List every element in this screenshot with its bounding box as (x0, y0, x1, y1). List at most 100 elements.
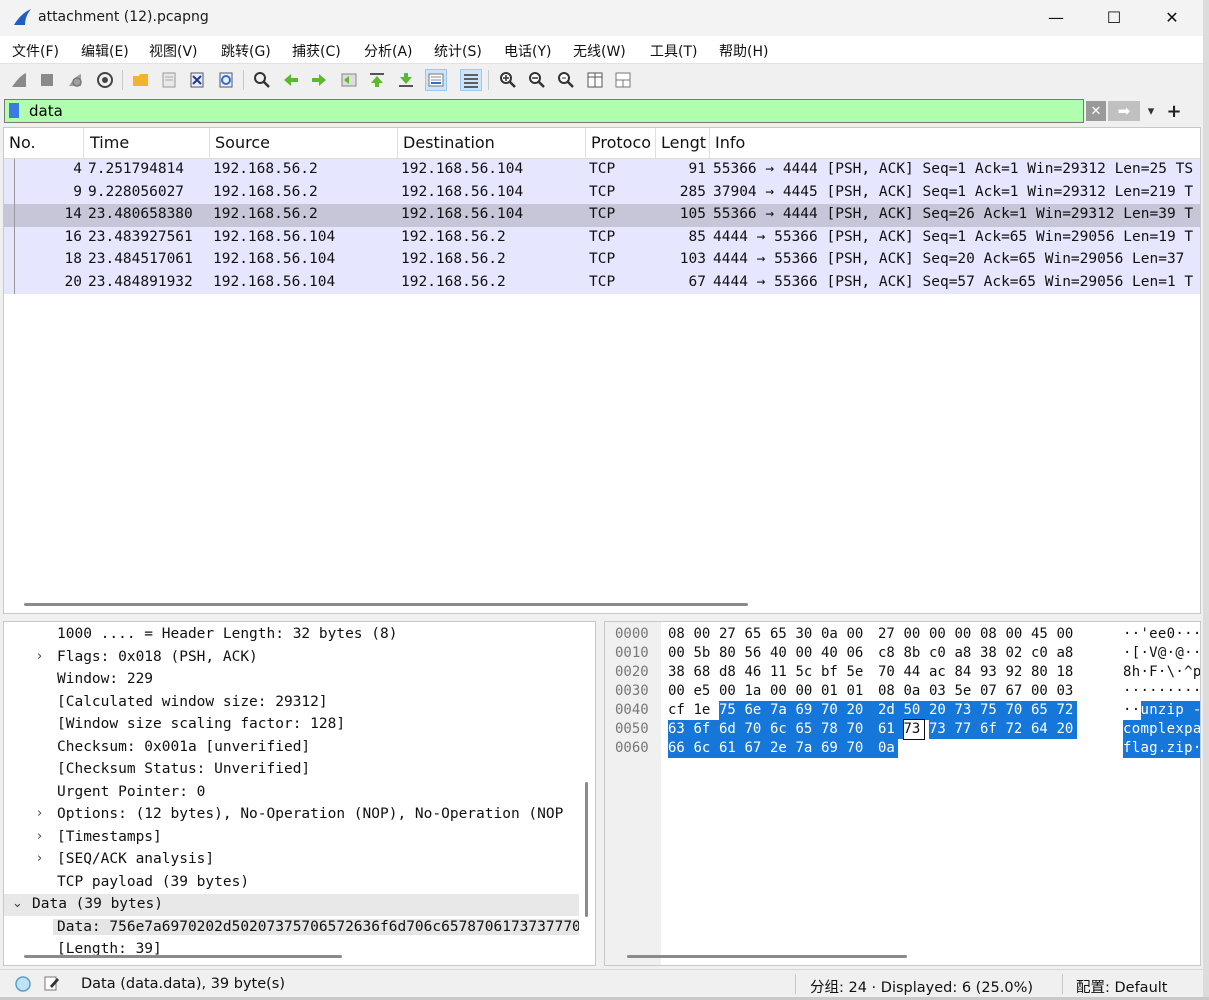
hex-byte[interactable]: 65 (745, 625, 771, 644)
menu-capture[interactable]: 捕获(C) (292, 41, 341, 61)
hex-byte[interactable]: 08 (668, 625, 694, 644)
expert-info-icon[interactable] (14, 975, 32, 993)
hex-byte[interactable]: 73 (929, 720, 955, 739)
bookmark-icon[interactable] (9, 103, 19, 118)
hex-byte[interactable]: 20 (929, 701, 955, 720)
detail-tree-item[interactable]: › [SEQ/ACK analysis] (4, 849, 579, 871)
hex-byte[interactable]: 73 (954, 701, 981, 720)
col-header-length[interactable]: Lengt (656, 128, 710, 158)
detail-tree-item[interactable]: Checksum: 0x001a [unverified] (4, 737, 579, 759)
packet-list-hscrollbar[interactable] (24, 603, 748, 606)
hex-byte[interactable]: 01 (847, 682, 867, 701)
hex-byte[interactable]: 6c (770, 720, 796, 739)
hex-byte[interactable]: c8 (878, 644, 904, 663)
hex-byte[interactable]: 78 (821, 720, 847, 739)
hex-byte[interactable]: 08 (980, 625, 1006, 644)
col-header-no[interactable]: No. (4, 128, 84, 158)
hex-byte[interactable]: 03 (929, 682, 955, 701)
hex-byte[interactable]: 30 (796, 625, 822, 644)
detail-tree-item[interactable]: Data: 756e7a6970202d50207375706572636f6d… (4, 917, 579, 939)
hex-byte[interactable]: 84 (955, 663, 981, 682)
hex-byte[interactable]: 5e (847, 663, 867, 682)
resize-columns-icon[interactable] (584, 69, 606, 91)
packet-row[interactable]: 14 23.480658380 192.168.56.2 192.168.56.104… (4, 204, 1200, 227)
hex-byte[interactable]: 40 (770, 644, 796, 663)
expand-chevron-icon[interactable]: › (37, 806, 42, 821)
hex-byte[interactable]: 80 (1031, 663, 1057, 682)
detail-tree-item[interactable]: [Window size scaling factor: 128] (4, 714, 579, 736)
hex-byte[interactable]: bf (821, 663, 847, 682)
menu-view[interactable]: 视图(V) (149, 41, 198, 61)
packet-row[interactable]: 16 23.483927561 192.168.56.104 192.168.56.2… (4, 226, 1200, 249)
hex-byte[interactable]: 6f (980, 720, 1006, 739)
hex-byte[interactable]: 5b (694, 644, 720, 663)
hex-byte[interactable]: 66 (668, 739, 694, 758)
hex-byte[interactable]: c0 (929, 644, 955, 663)
detail-tree-item[interactable]: Window: 229 (4, 669, 579, 691)
hex-byte[interactable]: 1e (694, 701, 720, 720)
detail-tree-item[interactable]: › [Timestamps] (4, 827, 579, 849)
open-file-icon[interactable] (130, 69, 152, 91)
hex-byte[interactable]: cf (668, 701, 694, 720)
hex-byte[interactable]: 07 (980, 682, 1006, 701)
detail-tree-item[interactable]: [Calculated window size: 29312] (4, 692, 579, 714)
go-last-icon[interactable] (395, 69, 417, 91)
hex-byte[interactable]: 64 (1031, 720, 1057, 739)
hex-byte[interactable]: 27 (878, 625, 904, 644)
hex-byte[interactable]: 50 (903, 701, 930, 720)
hex-byte[interactable]: 00 (719, 682, 745, 701)
hex-byte[interactable]: 6f (693, 720, 720, 739)
hex-byte[interactable]: 00 (770, 682, 796, 701)
detail-tree-item[interactable]: [Checksum Status: Unverified] (4, 759, 579, 781)
menu-file[interactable]: 文件(F) (12, 41, 59, 61)
hex-byte[interactable]: 65 (770, 625, 796, 644)
hex-byte[interactable]: 02 (1006, 644, 1032, 663)
filter-input[interactable] (29, 102, 1069, 120)
save-file-icon[interactable] (158, 69, 180, 91)
hex-byte[interactable]: 00 (668, 644, 694, 663)
hex-byte[interactable]: 67 (1006, 682, 1032, 701)
col-header-info[interactable]: Info (710, 128, 1200, 158)
hex-byte[interactable]: 0a (821, 625, 847, 644)
hex-byte[interactable]: 70 (878, 663, 904, 682)
hex-byte[interactable]: 72 (1005, 720, 1032, 739)
hex-byte[interactable]: 69 (821, 739, 847, 758)
hex-byte[interactable]: 80 (719, 644, 745, 663)
menu-statistics[interactable]: 统计(S) (434, 41, 482, 61)
add-filter-button[interactable]: + (1166, 101, 1182, 122)
hex-byte[interactable]: 70 (1005, 701, 1032, 720)
hex-byte[interactable]: 7a (770, 701, 796, 720)
hex-byte[interactable]: 69 (795, 701, 822, 720)
ascii-text[interactable]: ··unzip -P super (1123, 701, 1200, 720)
hex-byte[interactable]: 44 (904, 663, 930, 682)
go-forward-icon[interactable] (308, 69, 330, 91)
hex-byte[interactable]: 1a (745, 682, 771, 701)
hex-byte[interactable]: 5c (796, 663, 822, 682)
hex-byte[interactable]: 70 (846, 739, 879, 758)
hex-byte[interactable]: 75 (719, 701, 745, 720)
hex-byte[interactable]: 61 (878, 720, 904, 739)
hex-byte[interactable]: 38 (980, 644, 1006, 663)
menu-tools[interactable]: 工具(T) (650, 41, 697, 61)
packet-row[interactable]: 9 9.228056027 192.168.56.2 192.168.56.104 TC… (4, 181, 1200, 204)
go-to-packet-icon[interactable] (338, 69, 360, 91)
hex-byte[interactable]: 45 (1031, 625, 1057, 644)
apply-filter-button[interactable]: ➡ (1108, 101, 1140, 121)
menu-edit[interactable]: 编辑(E) (81, 41, 129, 61)
hex-byte[interactable]: 20 (1056, 720, 1077, 739)
hex-byte[interactable]: 27 (719, 625, 745, 644)
zoom-normal-icon[interactable] (555, 69, 577, 91)
col-header-destination[interactable]: Destination (398, 128, 586, 158)
hex-byte[interactable]: 20 (846, 701, 879, 720)
hex-byte[interactable]: 72 (1056, 701, 1077, 720)
hex-byte[interactable]: 00 (796, 644, 822, 663)
packet-row[interactable]: 20 23.484891932 192.168.56.104 192.168.56.2… (4, 271, 1200, 294)
capture-options-icon[interactable] (94, 69, 116, 91)
expand-chevron-icon[interactable]: › (37, 829, 42, 844)
minimize-button[interactable]: — (1027, 0, 1085, 34)
hex-byte[interactable]: a8 (955, 644, 981, 663)
hex-byte[interactable]: 11 (770, 663, 796, 682)
zoom-in-icon[interactable] (497, 69, 519, 91)
maximize-button[interactable]: ☐ (1085, 0, 1143, 34)
filter-history-dropdown[interactable]: ▾ (1142, 101, 1160, 121)
